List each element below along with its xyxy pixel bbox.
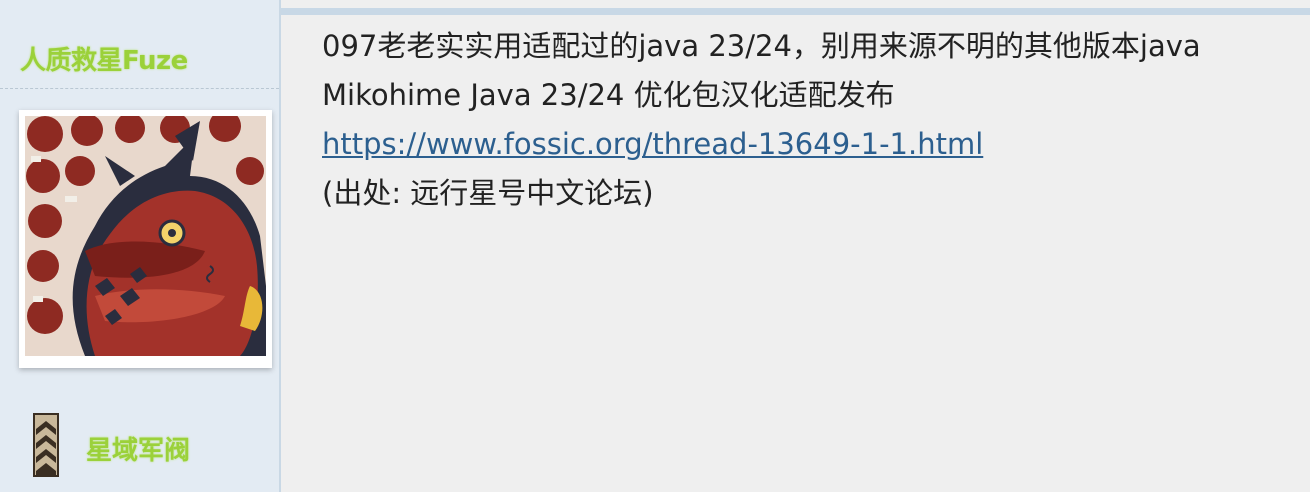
post-source-note: (出处: 远行星号中文论坛) [322,176,654,210]
red-dragon-avatar-icon [25,116,266,356]
rank-chevron-icon [33,413,59,477]
post-author-sidebar: 人质救星Fuze 星域军阀 [0,0,281,492]
post-link-line: https://www.fossic.org/thread-13649-1-1.… [322,120,1201,169]
post-line-2: Mikohime Java 23/24 优化包汉化适配发布 [322,78,895,112]
post-line-1: 097老老实实用适配过的java 23/24，别用来源不明的其他版本java [322,29,1201,63]
username-link[interactable]: 人质救星Fuze [20,40,188,77]
rank-title: 星域军阀 [86,436,191,466]
thread-link[interactable]: https://www.fossic.org/thread-13649-1-1.… [322,127,983,161]
sidebar-divider [0,88,279,89]
post-header-bar [281,8,1310,15]
post-content: 097老老实实用适配过的java 23/24，别用来源不明的其他版本java M… [322,22,1201,218]
avatar[interactable] [19,110,272,368]
